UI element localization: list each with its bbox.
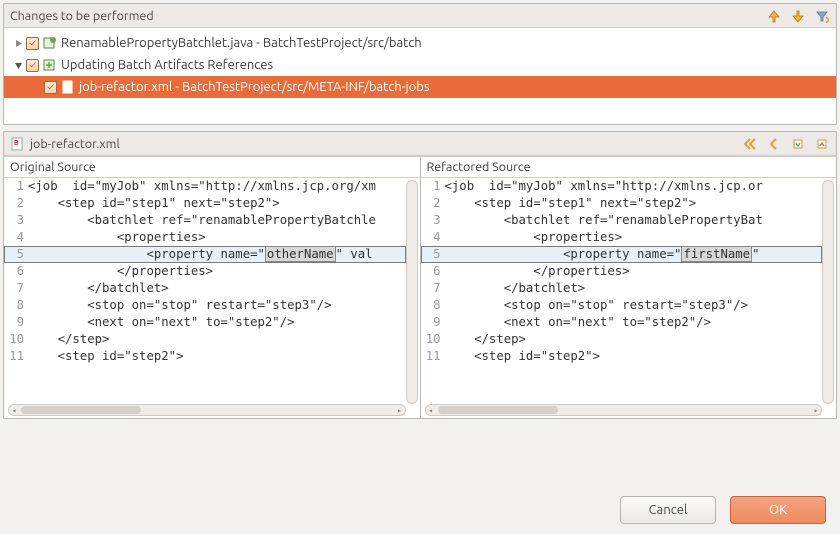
diff-highlight: otherName [265, 246, 336, 262]
tree-item-label: Updating Batch Artifacts References [61, 58, 273, 72]
code-line: 2 <step id="step1" next="step2"> [4, 195, 406, 212]
code-line: 9 <next on="next" to="step2"/> [421, 314, 823, 331]
compare-next-diff-icon[interactable] [790, 136, 806, 152]
compare-prev-diff-icon[interactable] [814, 136, 830, 152]
cancel-button[interactable]: Cancel [620, 496, 716, 524]
line-number: 3 [4, 212, 24, 229]
code-line: 1<job id="myJob" xmlns="http://xmlns.jcp… [421, 178, 823, 195]
horizontal-scrollbar[interactable]: ◂▸ [425, 404, 823, 416]
tree-checkbox[interactable] [44, 81, 57, 94]
horizontal-scrollbar[interactable]: ◂▸ [8, 404, 406, 416]
line-number: 7 [4, 280, 24, 297]
code-line: 11 <step id="step2"> [421, 348, 823, 365]
line-number: 5 [4, 246, 24, 263]
file-badge-icon: B [10, 136, 26, 152]
vertical-scrollbar[interactable] [406, 180, 418, 404]
scrollbar-thumb[interactable] [438, 406, 558, 414]
line-number: 8 [4, 297, 24, 314]
line-number: 7 [421, 280, 441, 297]
code-line: 5 <property name="otherName" val [4, 246, 406, 263]
compare-body: Original Source 1<job id="myJob" xmlns="… [4, 156, 836, 418]
original-code[interactable]: 1<job id="myJob" xmlns="http://xmlns.jcp… [4, 178, 420, 418]
line-number: 6 [421, 263, 441, 280]
code-line: 10 </step> [4, 331, 406, 348]
code-line: 7 </batchlet> [4, 280, 406, 297]
compare-file-label: job-refactor.xml [30, 137, 120, 151]
refactored-source-title: Refactored Source [421, 157, 837, 178]
code-line: 3 <batchlet ref="renamablePropertyBat [421, 212, 823, 229]
dialog-buttons: Cancel OK [620, 496, 826, 524]
code-line: 8 <stop on="stop" restart="step3"/> [421, 297, 823, 314]
code-line: 7 </batchlet> [421, 280, 823, 297]
prev-change-icon[interactable] [790, 8, 806, 24]
refactored-source-pane: Refactored Source 1<job id="myJob" xmlns… [420, 156, 837, 418]
ok-button[interactable]: OK [730, 496, 826, 524]
code-line: 2 <step id="step1" next="step2"> [421, 195, 823, 212]
changes-header: Changes to be performed [4, 4, 836, 28]
original-source-title: Original Source [4, 157, 420, 178]
line-number: 3 [421, 212, 441, 229]
line-number: 4 [421, 229, 441, 246]
code-line: 4 <properties> [4, 229, 406, 246]
code-line: 6 </properties> [4, 263, 406, 280]
line-number: 1 [421, 178, 441, 195]
code-line: 1<job id="myJob" xmlns="http://xmlns.jcp… [4, 178, 406, 195]
code-line: 11 <step id="step2"> [4, 348, 406, 365]
next-change-icon[interactable] [766, 8, 782, 24]
scrollbar-thumb[interactable] [21, 406, 141, 414]
line-number: 11 [4, 348, 24, 365]
compare-header: B job-refactor.xml [4, 132, 836, 156]
line-number: 1 [4, 178, 24, 195]
line-number: 4 [4, 229, 24, 246]
line-number: 5 [421, 246, 441, 263]
tree-checkbox[interactable] [26, 59, 39, 72]
tree-row[interactable]: RenamablePropertyBatchlet.java - BatchTe… [4, 32, 836, 54]
line-number: 8 [421, 297, 441, 314]
xml-file-icon [60, 79, 76, 95]
code-line: 5 <property name="firstName" [421, 246, 823, 263]
refactored-code[interactable]: 1<job id="myJob" xmlns="http://xmlns.jcp… [421, 178, 837, 418]
line-number: 9 [4, 314, 24, 331]
original-source-pane: Original Source 1<job id="myJob" xmlns="… [4, 156, 420, 418]
refs-change-icon [42, 57, 58, 73]
tree-expander-icon[interactable] [13, 60, 23, 70]
line-number: 11 [421, 348, 441, 365]
line-number: 2 [421, 195, 441, 212]
tree-row[interactable]: Updating Batch Artifacts References [4, 54, 836, 76]
code-line: 6 </properties> [421, 263, 823, 280]
java-change-icon [42, 35, 58, 51]
diff-highlight: firstName [681, 246, 752, 262]
tree-spacer [31, 82, 41, 92]
changes-title: Changes to be performed [10, 9, 766, 23]
code-line: 3 <batchlet ref="renamablePropertyBatchl… [4, 212, 406, 229]
vertical-scrollbar[interactable] [822, 180, 834, 404]
line-number: 6 [4, 263, 24, 280]
code-line: 4 <properties> [421, 229, 823, 246]
filter-changes-icon[interactable] [814, 8, 830, 24]
tree-expander-icon[interactable] [13, 38, 23, 48]
line-number: 10 [4, 331, 24, 348]
code-line: 8 <stop on="stop" restart="step3"/> [4, 297, 406, 314]
copy-all-left-icon[interactable] [742, 136, 758, 152]
line-number: 9 [421, 314, 441, 331]
changes-panel: Changes to be performed RenamablePropert… [3, 3, 837, 125]
compare-panel: B job-refactor.xml Original Source 1<job… [3, 131, 837, 419]
changes-tree[interactable]: RenamablePropertyBatchlet.java - BatchTe… [4, 28, 836, 102]
code-line: 10 </step> [421, 331, 823, 348]
line-number: 10 [421, 331, 441, 348]
code-line: 9 <next on="next" to="step2"/> [4, 314, 406, 331]
tree-checkbox[interactable] [26, 37, 39, 50]
tree-row[interactable]: job-refactor.xml - BatchTestProject/src/… [4, 76, 836, 98]
svg-text:B: B [14, 139, 19, 147]
tree-item-label: job-refactor.xml - BatchTestProject/src/… [79, 80, 429, 94]
tree-item-label: RenamablePropertyBatchlet.java - BatchTe… [61, 36, 422, 50]
line-number: 2 [4, 195, 24, 212]
copy-left-icon[interactable] [766, 136, 782, 152]
